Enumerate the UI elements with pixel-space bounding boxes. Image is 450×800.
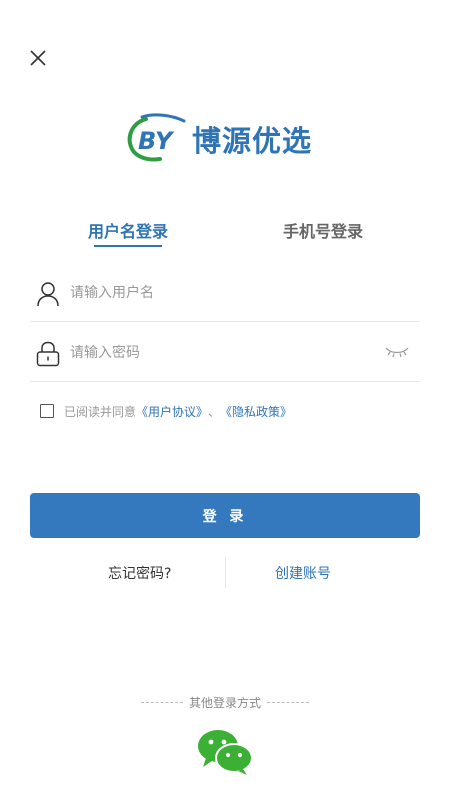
agreement-prefix: 已阅读并同意 [64, 404, 137, 419]
brand-name: 博源优选 [192, 124, 313, 158]
privacy-policy-link[interactable]: 《隐私政策》 [220, 403, 292, 420]
user-icon [37, 282, 59, 307]
user-agreement-link[interactable]: 《用户协议》 [136, 403, 208, 420]
login-tabs: 用户名登录 手机号登录 [0, 218, 450, 252]
forgot-password-link[interactable]: 忘记密码? [108, 563, 171, 583]
links-divider [225, 558, 226, 588]
username-input[interactable] [70, 280, 370, 306]
other-login-label: 其他登录方式 [188, 695, 261, 710]
password-input[interactable] [70, 340, 370, 366]
create-account-link[interactable]: 创建账号 [275, 563, 331, 583]
active-tab-indicator [94, 245, 162, 247]
toggle-password-visibility[interactable] [384, 344, 410, 360]
username-field [30, 264, 420, 322]
close-button[interactable] [26, 46, 50, 70]
password-field [30, 324, 420, 382]
eye-closed-icon [385, 347, 409, 358]
agreement-separator: 、 [208, 404, 221, 419]
account-links: 忘记密码? 创建账号 [0, 558, 450, 588]
wechat-login-button[interactable] [196, 728, 254, 776]
agreement-checkbox[interactable] [40, 404, 54, 418]
lock-icon [36, 341, 60, 367]
other-login-header: 其他登录方式 [0, 692, 450, 712]
tab-username-login[interactable]: 用户名登录 [88, 218, 168, 242]
divider-line-left [140, 701, 183, 703]
close-icon [30, 50, 46, 66]
brand-logo-mark: BY [138, 127, 175, 155]
brand-logo: BY 博源优选 [124, 110, 334, 168]
divider-line-right [267, 701, 309, 703]
tab-phone-login[interactable]: 手机号登录 [283, 218, 363, 242]
login-button[interactable]: 登 录 [30, 493, 420, 538]
wechat-icon [198, 730, 253, 775]
agreement-row: 已阅读并同意 《用户协议》 、 《隐私政策》 [40, 401, 292, 421]
brand-logo-icon: BY [127, 113, 186, 162]
